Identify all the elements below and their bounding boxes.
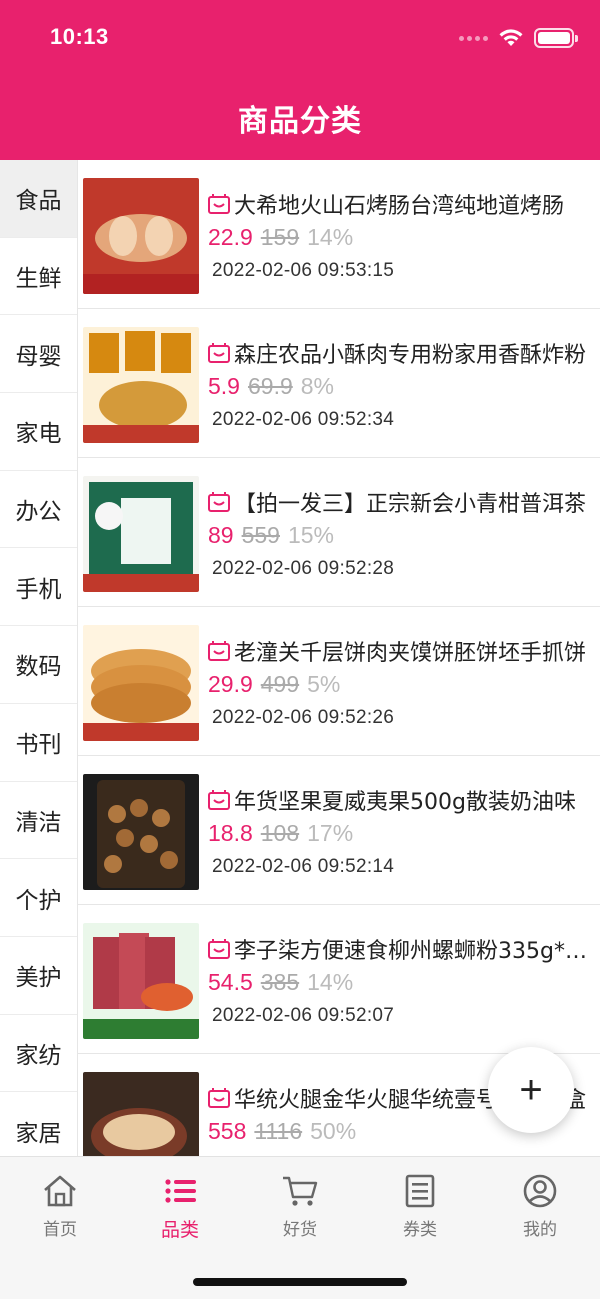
- cart-icon: [283, 1176, 318, 1206]
- original-price: 108: [260, 820, 300, 846]
- tmall-icon: [208, 492, 230, 512]
- price-row: 18.8 108 17%: [208, 820, 353, 847]
- publish-time: 2022-02-06 09:52:34: [212, 409, 395, 430]
- product-list: 大希地火山石烤肠台湾纯地道烤肠 22.9 159 14% 2022-02-06 09:5…: [78, 160, 600, 1156]
- sidebar-item-10[interactable]: 美护: [0, 936, 77, 1015]
- tab-label: 好货: [283, 1220, 317, 1240]
- coupon-icon: [405, 1174, 435, 1208]
- publish-time: 2022-02-06 09:52:14: [212, 856, 395, 877]
- product-image[interactable]: [83, 923, 199, 1039]
- category-sidebar: 食品 生鲜 母婴 家电 办公 手机 数码 书刊 清洁 个护 美护 家纺 家居: [0, 160, 78, 1156]
- product-item[interactable]: 大希地火山石烤肠台湾纯地道烤肠 22.9 159 14% 2022-02-06 09:5…: [78, 160, 600, 309]
- sidebar-item-2[interactable]: 母婴: [0, 315, 77, 394]
- product-item[interactable]: 森庄农品小酥肉专用粉家用香酥炸粉 5.9 69.9 8% 2022-02-06 09:5…: [78, 309, 600, 458]
- sidebar-item-9[interactable]: 个护: [0, 859, 77, 937]
- tab-cart[interactable]: 好货: [240, 1171, 360, 1240]
- status-icons: [459, 26, 578, 50]
- discount-rate: 50%: [310, 1118, 357, 1144]
- publish-time: 2022-02-06 09:52:26: [212, 707, 395, 728]
- tab-coupon[interactable]: 券类: [360, 1171, 480, 1240]
- status-time: 10:13: [50, 24, 109, 49]
- discount-rate: 17%: [307, 820, 354, 846]
- sidebar-item-1[interactable]: 生鲜: [0, 237, 77, 316]
- publish-time: 2022-02-06 09:53:15: [212, 260, 395, 281]
- current-price: 22.9: [208, 224, 253, 250]
- battery-icon: [534, 28, 578, 48]
- sidebar-item-0[interactable]: 食品: [0, 160, 77, 238]
- original-price: 499: [260, 671, 300, 697]
- tab-user[interactable]: 我的: [480, 1171, 600, 1240]
- price-row: 5.9 69.9 8%: [208, 373, 334, 400]
- discount-rate: 5%: [307, 671, 341, 697]
- product-item[interactable]: 李子柒方便速食柳州螺蛳粉335g*3袋 54.5 385 14% 2022-02-06 …: [78, 905, 600, 1054]
- product-image[interactable]: [83, 178, 199, 294]
- tmall-icon: [208, 1088, 230, 1108]
- current-price: 54.5: [208, 969, 253, 995]
- sidebar-item-5[interactable]: 手机: [0, 548, 77, 627]
- sidebar-item-3[interactable]: 家电: [0, 393, 77, 471]
- tab-list[interactable]: 品类: [120, 1171, 240, 1242]
- original-price: 559: [241, 522, 280, 548]
- tmall-icon: [208, 790, 230, 810]
- current-price: 558: [208, 1118, 247, 1144]
- home-icon: [44, 1175, 76, 1207]
- wifi-icon: [499, 29, 523, 46]
- sidebar-item-11[interactable]: 家纺: [0, 1014, 77, 1093]
- original-price: 1116: [254, 1118, 303, 1144]
- tab-home[interactable]: 首页: [0, 1171, 120, 1240]
- current-price: 18.8: [208, 820, 253, 846]
- sidebar-item-4[interactable]: 办公: [0, 470, 77, 549]
- tmall-icon: [208, 194, 230, 214]
- original-price: 385: [260, 969, 300, 995]
- current-price: 29.9: [208, 671, 253, 697]
- discount-rate: 14%: [307, 224, 354, 250]
- publish-time: 2022-02-06 09:52:07: [212, 1005, 395, 1026]
- discount-rate: 15%: [287, 522, 335, 548]
- tmall-icon: [208, 939, 230, 959]
- price-row: 29.9 499 5%: [208, 671, 340, 698]
- price-row: 54.5 385 14%: [208, 969, 353, 996]
- app-header: 10:13 商品分类: [0, 0, 600, 160]
- page-title: 商品分类: [238, 104, 362, 139]
- product-title: 老潼关千层饼肉夹馍饼胚饼坯手抓饼: [208, 635, 588, 667]
- user-icon: [523, 1174, 557, 1208]
- product-item[interactable]: 老潼关千层饼肉夹馍饼胚饼坯手抓饼 29.9 499 5% 2022-02-06 09:5…: [78, 607, 600, 756]
- add-button[interactable]: +: [488, 1047, 574, 1133]
- tab-label: 券类: [403, 1220, 437, 1240]
- sidebar-item-8[interactable]: 清洁: [0, 781, 77, 860]
- product-image[interactable]: [83, 327, 199, 443]
- tmall-icon: [208, 343, 230, 363]
- list-icon: [165, 1179, 196, 1203]
- tab-label: 首页: [43, 1220, 77, 1240]
- product-image[interactable]: [83, 625, 199, 741]
- product-title: 【拍一发三】正宗新会小青柑普洱茶: [208, 486, 588, 518]
- product-item[interactable]: 年货坚果夏威夷果500g散装奶油味 18.8 108 17% 2022-02-06 09…: [78, 756, 600, 905]
- product-image[interactable]: [83, 774, 199, 890]
- current-price: 89: [208, 522, 234, 548]
- price-row: 558 1116 50%: [208, 1118, 356, 1145]
- current-price: 5.9: [208, 373, 240, 399]
- sidebar-item-6[interactable]: 数码: [0, 626, 77, 704]
- discount-rate: 8%: [300, 373, 334, 399]
- publish-time: 2022-02-06 09:52:28: [212, 558, 395, 579]
- product-title: 森庄农品小酥肉专用粉家用香酥炸粉: [208, 337, 588, 369]
- product-title: 大希地火山石烤肠台湾纯地道烤肠: [208, 188, 588, 220]
- discount-rate: 14%: [307, 969, 354, 995]
- home-indicator: [193, 1278, 407, 1286]
- product-item[interactable]: 【拍一发三】正宗新会小青柑普洱茶 89 559 15% 2022-02-06 09:52…: [78, 458, 600, 607]
- price-row: 89 559 15%: [208, 522, 334, 549]
- original-price: 159: [260, 224, 300, 250]
- sidebar-item-12[interactable]: 家居: [0, 1092, 77, 1156]
- price-row: 22.9 159 14%: [208, 224, 353, 251]
- tab-label: 品类: [160, 1219, 199, 1241]
- product-image[interactable]: [83, 476, 199, 592]
- signal-icon: [459, 35, 488, 41]
- sidebar-item-7[interactable]: 书刊: [0, 703, 77, 782]
- product-image[interactable]: [83, 1072, 199, 1156]
- tmall-icon: [208, 641, 230, 661]
- product-title: 李子柒方便速食柳州螺蛳粉335g*3袋: [208, 933, 588, 965]
- product-title: 年货坚果夏威夷果500g散装奶油味: [208, 784, 588, 816]
- tab-label: 我的: [523, 1220, 557, 1240]
- original-price: 69.9: [247, 373, 293, 399]
